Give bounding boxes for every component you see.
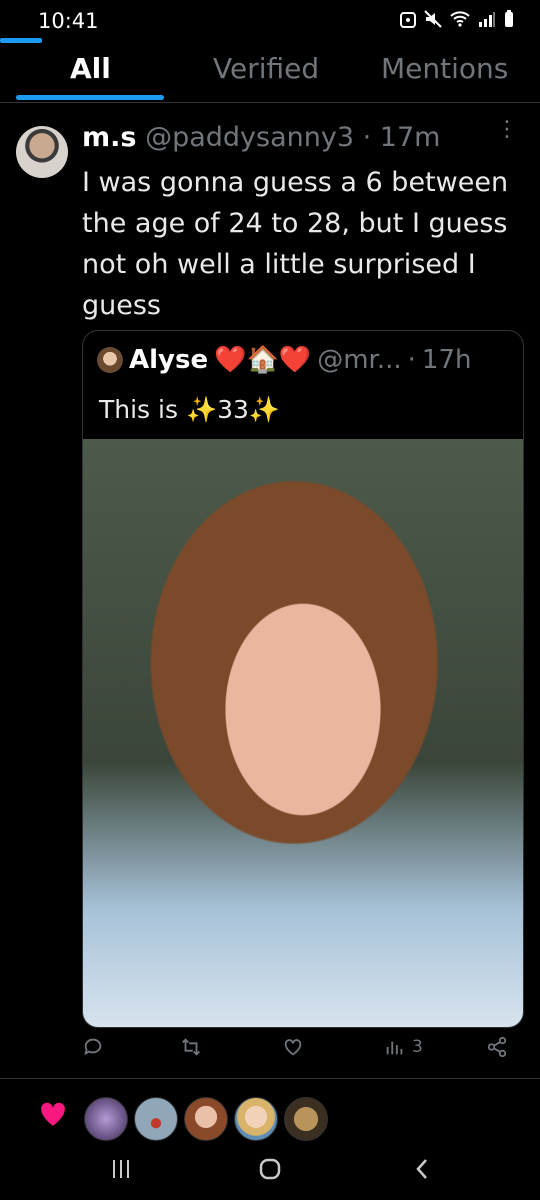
system-nav-bar [0,1148,540,1200]
views-icon [386,1041,403,1055]
author-handle[interactable]: @paddysanny3 [145,122,354,153]
likes-bar[interactable] [0,1078,540,1147]
status-icons [400,10,514,32]
views-count: 3 [412,1037,423,1057]
share-button[interactable] [486,1036,508,1058]
tweet-header: m.s @paddysanny3 · 17m [82,122,440,153]
reply-icon [84,1038,102,1056]
battery-icon [504,10,514,32]
tab-verified[interactable]: Verified [213,52,319,85]
tweet-text: I was gonna guess a 6 between the age of… [82,167,509,321]
status-time: 10:41 [38,9,99,33]
liker-avatar[interactable] [84,1097,128,1141]
alarm-icon [400,10,416,32]
quote-author-name: Alyse [129,345,209,375]
quote-photo[interactable] [83,439,523,1027]
liker-avatar[interactable] [184,1097,228,1141]
more-options-icon[interactable]: ⋮ [496,119,518,141]
share-icon [487,1036,507,1058]
retweet-button[interactable] [180,1036,202,1058]
quote-time: 17h [421,345,472,375]
separator-dot: · [362,122,372,153]
avatar[interactable] [16,126,68,178]
mute-icon [424,10,442,32]
reply-button[interactable] [82,1036,104,1058]
views-button[interactable]: 3 [384,1036,423,1058]
liker-avatar[interactable] [234,1097,278,1141]
home-icon[interactable] [259,1154,281,1187]
author-name[interactable]: m.s [82,122,136,153]
tweet-time: 17m [379,122,441,153]
back-icon[interactable] [414,1154,430,1187]
like-button[interactable] [282,1036,304,1058]
tweet-actions: 3 [82,1036,522,1070]
tab-mentions[interactable]: Mentions [381,52,508,85]
heart-filled-icon [38,1101,68,1131]
quoted-tweet[interactable]: Alyse ❤️🏠❤️ @mr... · 17h This is ✨33✨ [82,330,524,1028]
quote-text: This is ✨33✨ [99,395,281,424]
quote-author-emoji: ❤️🏠❤️ [214,345,312,375]
liker-avatar[interactable] [134,1097,178,1141]
quote-separator-dot: · [407,345,416,375]
retweet-icon [182,1038,200,1056]
status-bar: 10:41 [0,0,540,40]
liker-avatars [84,1097,328,1141]
quote-avatar [97,347,123,373]
signal-icon [478,11,496,31]
quote-author-handle: @mr... [317,345,402,375]
recent-apps-icon[interactable] [110,1154,132,1187]
scroll-indicator [0,38,42,43]
quote-header: Alyse ❤️🏠❤️ @mr... · 17h [97,345,471,375]
tab-all[interactable]: All [70,52,111,85]
wifi-icon [450,11,470,31]
active-tab-indicator [16,95,164,100]
liker-avatar[interactable] [284,1097,328,1141]
heart-outline-icon [284,1039,302,1056]
